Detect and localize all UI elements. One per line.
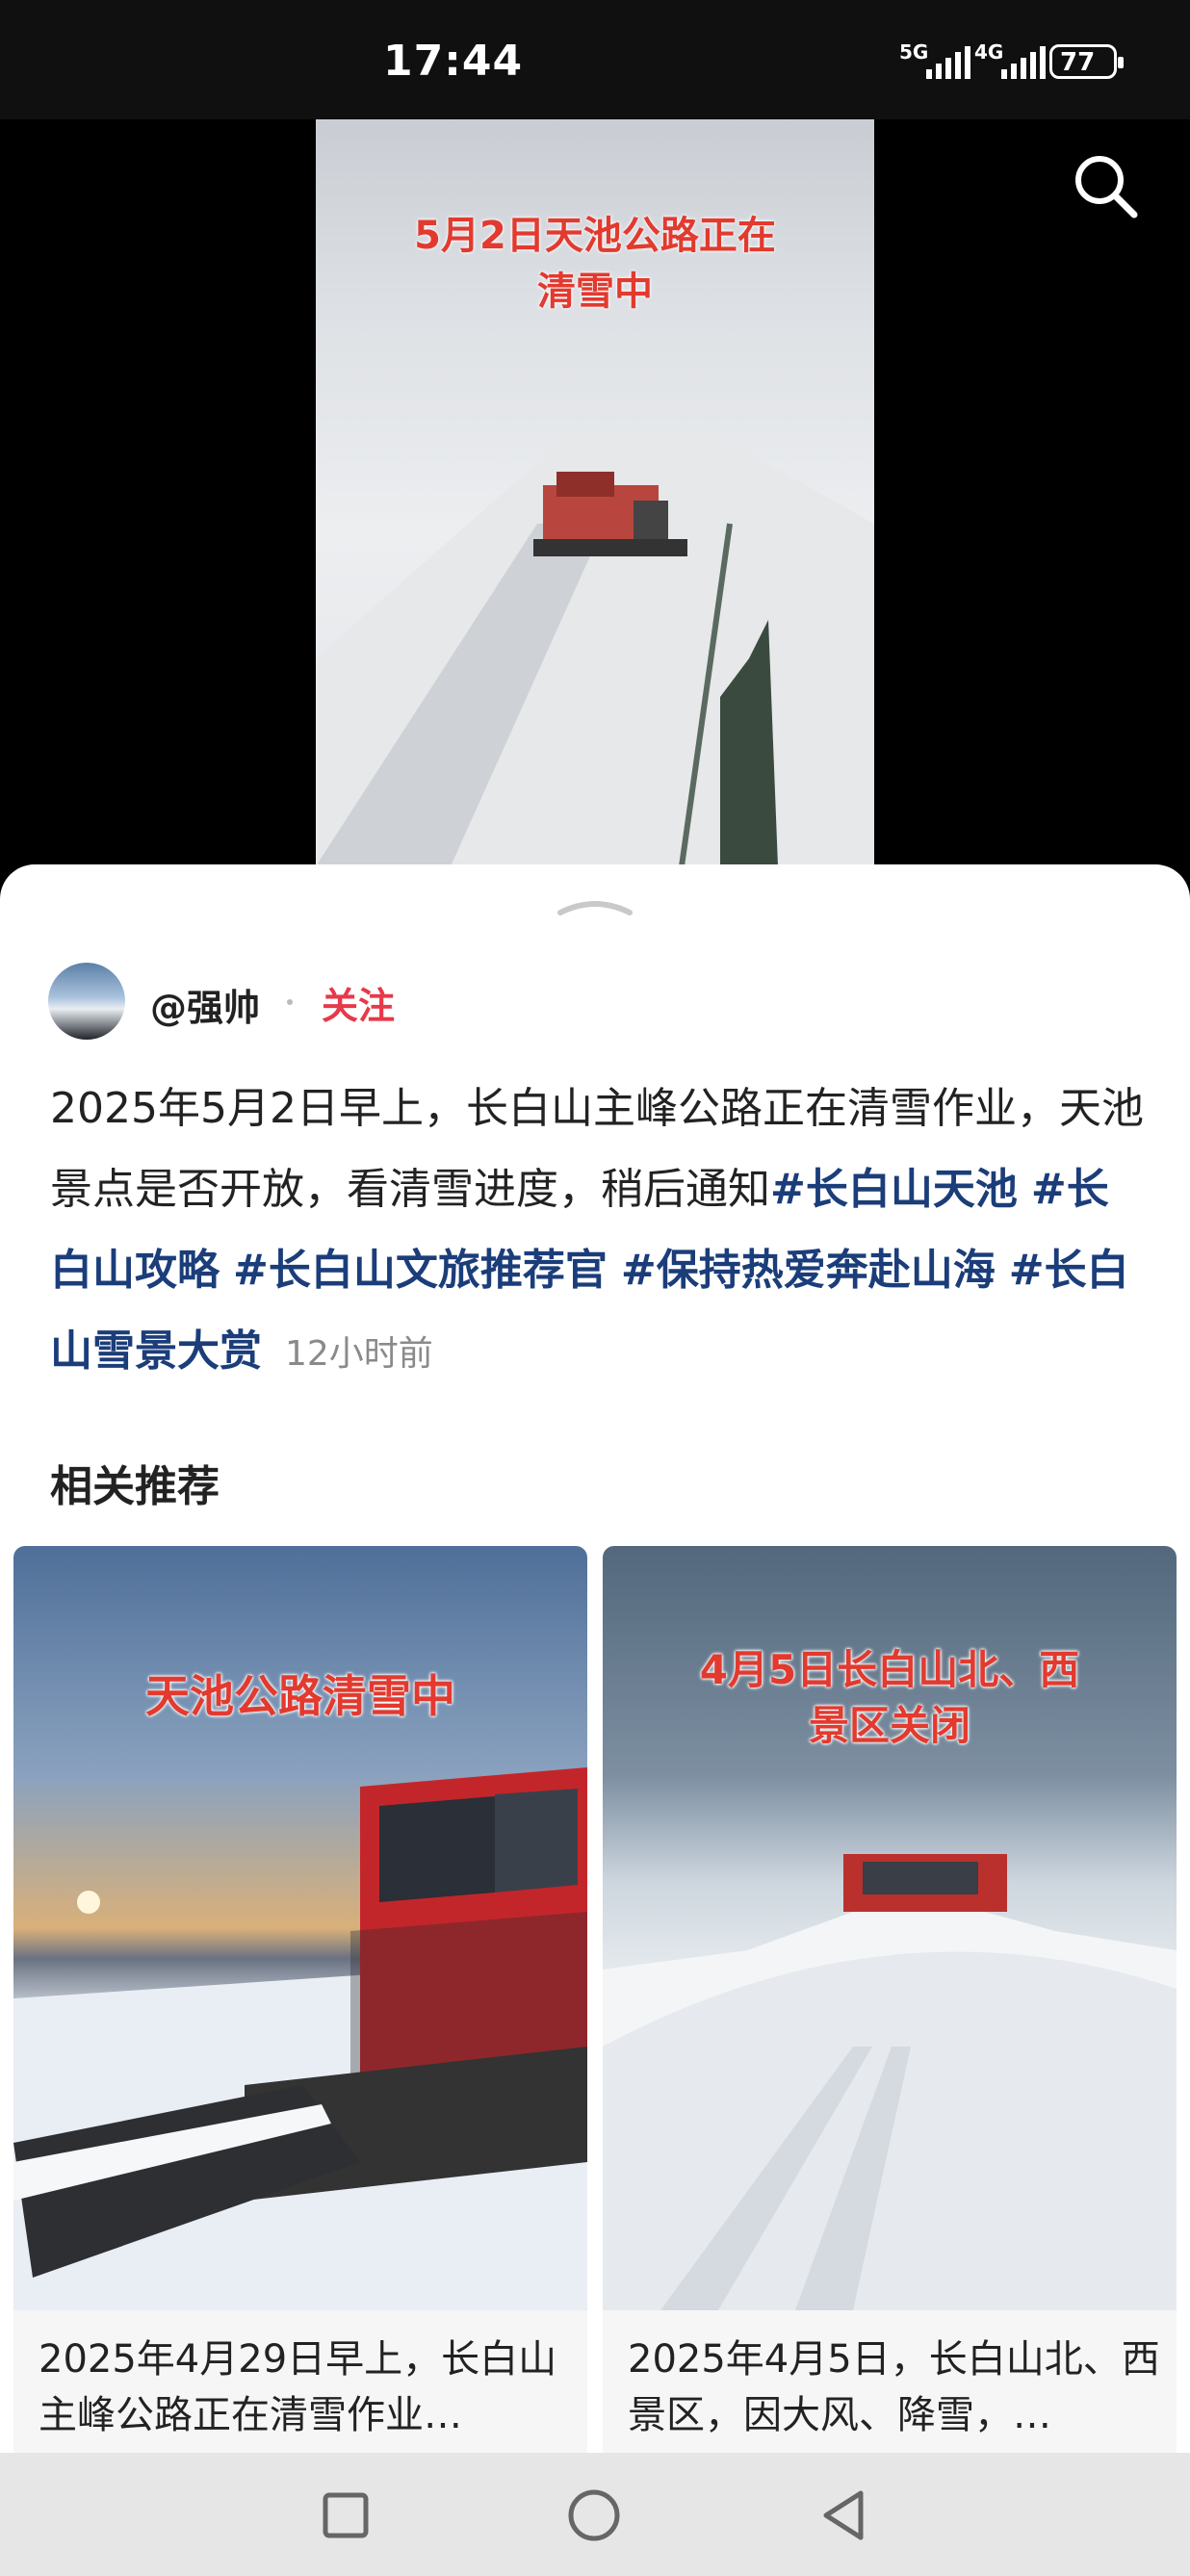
status-time: 17:44 — [383, 37, 524, 86]
card-thumbnail[interactable]: 天池公路清雪中 — [13, 1546, 587, 2310]
signal-4g-icon: 4G — [974, 40, 1046, 81]
related-section-title: 相关推荐 — [50, 1462, 220, 1511]
status-bar: 17:44 5G 4G 77 — [0, 0, 1190, 119]
hashtag[interactable]: #长白山文旅推荐官 — [233, 1246, 608, 1295]
card-caption[interactable]: 2025年4月29日早上，长白山主峰公路正在清雪作业… — [39, 2331, 578, 2443]
hashtag[interactable]: #长白山天池 — [770, 1165, 1018, 1214]
recents-square-icon[interactable] — [312, 2482, 379, 2549]
card-caption-area[interactable]: 2025年4月5日，长白山北、西景区，因大风、降雪，… — [603, 2310, 1177, 2453]
follow-button[interactable]: 关注 — [322, 976, 395, 1029]
post-description: 2025年5月2日早上，长白山主峰公路正在清雪作业，天池景点是否开放，看清雪进度… — [50, 1069, 1148, 1395]
system-nav-bar — [0, 2453, 1190, 2576]
card-caption[interactable]: 2025年4月5日，长白山北、西景区，因大风、降雪，… — [628, 2331, 1167, 2443]
card-overlay-title: 天池公路清雪中 — [145, 1670, 455, 1722]
signal-5g-icon: 5G — [899, 40, 970, 81]
related-card[interactable]: 4月5日长白山北、西 景区关闭 2025年4月5日，长白山北、西景区，因大风、降… — [603, 1546, 1177, 2453]
card-caption-area[interactable]: 2025年4月29日早上，长白山主峰公路正在清雪作业… — [13, 2310, 587, 2453]
related-card[interactable]: 天池公路清雪中 2025年4月29日早上，长白山主峰公路正在清雪作业… — [13, 1546, 587, 2453]
post-detail-sheet: @强帅 关注 2025年5月2日早上，长白山主峰公路正在清雪作业，天池景点是否开… — [0, 864, 1190, 2453]
video-player[interactable]: 5月2日天池公路正在 清雪中 — [0, 119, 1190, 866]
card-overlay-title: 4月5日长白山北、西 景区关闭 — [699, 1646, 1080, 1749]
hashtag[interactable]: #保持热爱奔赴山海 — [621, 1246, 996, 1295]
battery-icon: 77 — [1049, 44, 1124, 79]
post-timestamp: 12小时前 — [285, 1334, 433, 1374]
separator-dot — [287, 999, 293, 1005]
card-thumbnail[interactable]: 4月5日长白山北、西 景区关闭 — [603, 1546, 1177, 2310]
battery-level: 77 — [1060, 48, 1096, 77]
sheet-drag-handle[interactable] — [556, 893, 634, 916]
back-triangle-icon[interactable] — [811, 2482, 878, 2549]
video-overlay-title: 5月2日天池公路正在 清雪中 — [414, 214, 776, 314]
search-icon[interactable] — [1069, 149, 1142, 222]
video-frame[interactable]: 5月2日天池公路正在 清雪中 — [316, 119, 874, 866]
home-circle-icon[interactable] — [560, 2482, 628, 2549]
avatar[interactable] — [48, 963, 125, 1040]
author-username[interactable]: @强帅 — [150, 978, 260, 1031]
